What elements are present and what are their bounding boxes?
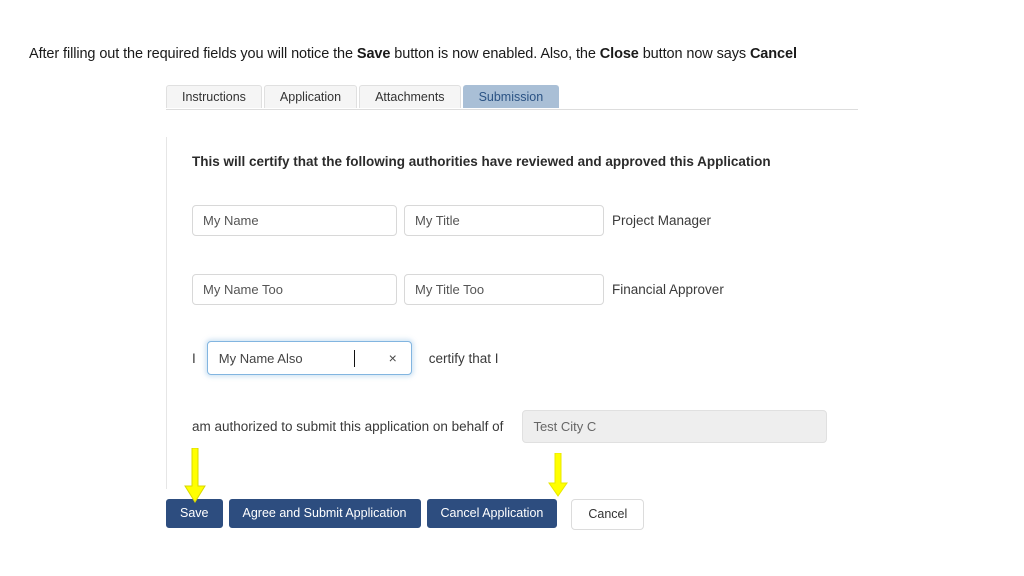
project-manager-name-input[interactable] — [192, 205, 397, 236]
organization-input — [522, 410, 828, 443]
project-manager-role-label: Project Manager — [612, 213, 712, 228]
form-heading: This will certify that the following aut… — [192, 154, 771, 169]
clear-icon[interactable]: × — [389, 351, 397, 365]
financial-approver-role-label: Financial Approver — [612, 282, 724, 297]
cancel-button[interactable]: Cancel — [571, 499, 645, 530]
caption-text-1: After filling out the required fields yo… — [29, 46, 357, 62]
certify-name-input[interactable] — [207, 342, 358, 374]
form-action-bar: Save Agree and Submit Application Cancel… — [166, 499, 650, 530]
certify-suffix-label: certify that I — [428, 350, 499, 366]
certify-prefix-label: I — [192, 350, 196, 366]
tab-attachments[interactable]: Attachments — [359, 85, 461, 108]
approver-row-project-manager: Project Manager — [192, 205, 711, 236]
certify-row: I × certify that I — [192, 341, 499, 375]
financial-approver-name-input[interactable] — [192, 274, 397, 305]
cancel-application-button[interactable]: Cancel Application — [426, 499, 558, 528]
project-manager-title-input[interactable] — [404, 205, 604, 236]
certify-name-field-wrapper[interactable]: × — [206, 341, 412, 375]
caption-text-2: button is now enabled. Also, the — [390, 46, 600, 62]
down-arrow-icon-cancel — [548, 453, 568, 497]
tab-bar: Instructions Application Attachments Sub… — [166, 85, 858, 110]
submission-form-panel: This will certify that the following aut… — [166, 137, 866, 489]
financial-approver-title-input[interactable] — [404, 274, 604, 305]
text-caret — [353, 350, 355, 367]
agree-and-submit-application-button[interactable]: Agree and Submit Application — [228, 499, 421, 528]
caption-text-3: button now says — [638, 46, 750, 62]
behalf-row: am authorized to submit this application… — [192, 410, 828, 443]
behalf-label: am authorized to submit this application… — [192, 419, 504, 434]
down-arrow-icon-save — [184, 448, 206, 503]
caption-bold-cancel: Cancel — [749, 46, 797, 62]
approver-row-financial-approver: Financial Approver — [192, 274, 724, 305]
caption-bold-save: Save — [356, 46, 391, 62]
tab-submission[interactable]: Submission — [462, 85, 560, 108]
tab-instructions[interactable]: Instructions — [166, 85, 262, 108]
page-caption: After filling out the required fields yo… — [29, 44, 797, 64]
caption-bold-close: Close — [599, 46, 639, 62]
tab-application[interactable]: Application — [263, 85, 358, 108]
